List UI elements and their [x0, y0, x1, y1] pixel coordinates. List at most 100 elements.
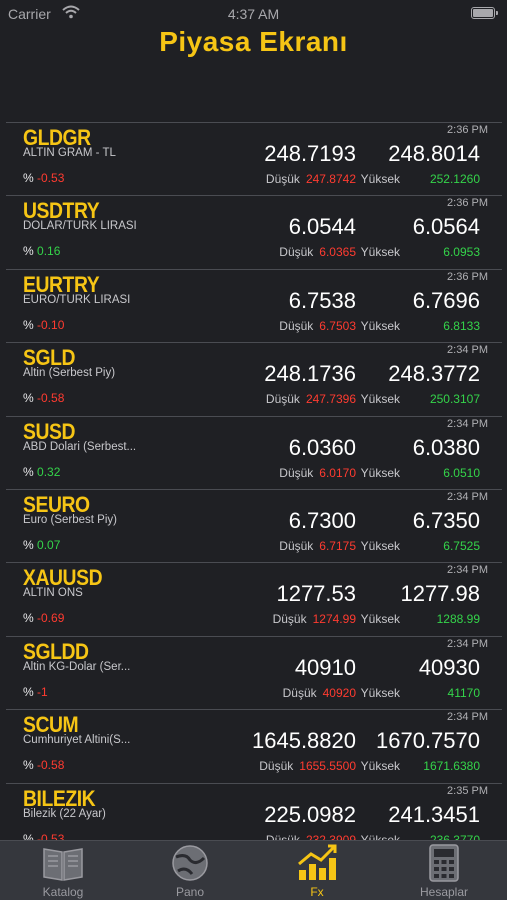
change-percent: % -0.53	[23, 171, 64, 185]
quote-row[interactable]: 2:34 PM SGLD Altin (Serbest Piy)% -0.58 248…	[6, 342, 502, 415]
tab-label: Fx	[310, 885, 324, 899]
tab-pano[interactable]: Pano	[127, 841, 253, 900]
high-label: Yüksek	[360, 685, 400, 700]
ask-price: 40930	[418, 654, 480, 680]
bid-price: 1645.8820	[252, 728, 356, 754]
low-value: 6.7175	[319, 538, 356, 553]
quote-row[interactable]: 2:36 PM USDTRY DOLAR/TURK LIRASI% 0.16 6.05…	[6, 195, 502, 268]
ask-price: 1670.7570	[376, 728, 480, 754]
low-price: Düşük 6.0365	[279, 245, 356, 259]
change-percent: % -1	[23, 685, 48, 699]
low-price: Düşük 6.0170	[279, 466, 356, 480]
update-time: 2:34 PM	[447, 564, 488, 577]
change-percent: % -0.53	[23, 832, 64, 840]
percent-sign: %	[23, 464, 34, 479]
tab-hesaplar[interactable]: Hesaplar	[381, 841, 507, 900]
tab-katalog[interactable]: Katalog	[0, 841, 126, 900]
high-value: 1671.6380	[423, 759, 480, 774]
low-label: Düşük	[265, 392, 300, 407]
high-price: Yüksek 6.8133	[361, 318, 480, 333]
symbol-description: Altin (Serbest Piy)	[23, 367, 116, 380]
change-percent: % -0.58	[23, 391, 64, 405]
high-price: Yüksek 250.3107	[361, 392, 480, 407]
ask-price: 248.3772	[388, 361, 480, 387]
update-time: 2:34 PM	[447, 711, 488, 724]
symbol-description: Euro (Serbest Piy)	[23, 513, 117, 526]
low-value: 6.0170	[319, 465, 356, 480]
ask-price: 6.7696	[412, 287, 480, 313]
low-label: Düşük	[279, 465, 314, 480]
low-value: 6.7503	[319, 318, 356, 333]
symbol-description: ALTIN ONS	[23, 587, 83, 600]
symbol-description: DOLAR/TURK LIRASI	[23, 220, 137, 233]
update-time: 2:34 PM	[447, 344, 488, 357]
low-label: Düşük	[282, 685, 317, 700]
quote-row[interactable]: 2:36 PM EURTRY EURO/TURK LIRASI% -0.10 6.75…	[6, 268, 502, 342]
low-price: Düşük 1274.99	[273, 612, 356, 626]
high-price: Yüksek 6.0510	[361, 465, 480, 480]
quote-row[interactable]: 2:34 PM XAUUSD ALTIN ONS% -0.69 1277.53 1277…	[6, 562, 502, 635]
high-value: 41170	[447, 685, 480, 700]
low-value: 232.3909	[305, 832, 356, 840]
change-value: -0.53	[37, 831, 65, 840]
low-label: Düşük	[265, 832, 300, 840]
change-percent: % 0.32	[23, 465, 60, 479]
update-time: 2:35 PM	[447, 784, 488, 797]
page-title: Piyasa Ekranı	[159, 26, 348, 57]
bid-price: 248.1736	[264, 361, 356, 387]
low-label: Düşük	[265, 172, 300, 186]
update-time: 2:36 PM	[447, 124, 488, 136]
high-label: Yüksek	[360, 612, 400, 627]
ask-price: 248.8014	[388, 141, 480, 166]
quote-row[interactable]: 2:34 PM SEURO Euro (Serbest Piy)% 0.07 6.73…	[6, 488, 502, 562]
tab-fx[interactable]: Fx	[254, 841, 380, 900]
change-percent: % -0.58	[23, 758, 64, 772]
low-value: 247.7396	[305, 392, 356, 407]
quote-row[interactable]: 2:34 PM SCUM Cumhuriyet Altini(S...% -0.58…	[6, 709, 502, 782]
high-value: 6.8133	[443, 318, 480, 333]
globe-icon	[172, 845, 208, 881]
update-time: 2:36 PM	[447, 270, 488, 283]
quote-list[interactable]: 2:36 PM GLDGR ALTIN GRAM - TL% -0.53 248.71…	[6, 122, 502, 840]
quote-row[interactable]: 2:36 PM GLDGR ALTIN GRAM - TL% -0.53 248.71…	[6, 122, 502, 195]
percent-sign: %	[23, 758, 34, 773]
calculator-icon	[429, 844, 459, 882]
change-value: -0.58	[37, 758, 65, 773]
change-value: -1	[37, 684, 48, 699]
quote-row[interactable]: 2:35 PM BILEZIK Bilezik (22 Ayar)% -0.53 22…	[6, 782, 502, 840]
low-price: Düşük 40920	[283, 686, 356, 700]
low-price: Düşük 1655.5500	[259, 759, 356, 773]
quote-row[interactable]: 2:34 PM SUSD ABD Dolari (Serbest...% 0.32 6…	[6, 415, 502, 489]
percent-sign: %	[23, 317, 34, 332]
high-price: Yüksek 6.0953	[361, 245, 480, 259]
low-value: 6.0365	[319, 245, 356, 260]
symbol-description: Cumhuriyet Altini(S...	[23, 734, 131, 747]
change-value: 0.16	[37, 244, 61, 259]
high-value: 6.0510	[443, 465, 480, 480]
percent-sign: %	[23, 611, 34, 626]
change-percent: % 0.16	[23, 244, 60, 258]
low-price: Düşük 247.8742	[266, 172, 356, 186]
symbol-description: Altin KG-Dolar (Ser...	[23, 660, 131, 673]
bid-price: 6.7538	[288, 287, 356, 313]
catalog-icon	[43, 848, 83, 881]
update-time: 2:34 PM	[447, 417, 488, 430]
low-value: 40920	[322, 685, 356, 700]
chart-icon	[298, 844, 337, 880]
quote-row[interactable]: 2:34 PM SGLDD Altin KG-Dolar (Ser...% -1 40…	[6, 635, 502, 709]
high-value: 250.3107	[429, 392, 480, 407]
update-time: 2:34 PM	[447, 637, 488, 650]
high-label: Yüksek	[360, 392, 400, 407]
change-value: -0.53	[37, 171, 65, 185]
low-value: 1655.5500	[299, 759, 356, 774]
change-value: -0.69	[37, 611, 65, 626]
percent-sign: %	[23, 391, 34, 406]
change-percent: % 0.07	[23, 538, 60, 552]
low-label: Düşük	[272, 612, 307, 627]
high-price: Yüksek 252.1260	[361, 172, 480, 186]
high-label: Yüksek	[360, 465, 400, 480]
low-price: Düşük 6.7175	[279, 539, 356, 553]
bid-price: 6.0360	[288, 434, 356, 460]
update-time: 2:36 PM	[447, 197, 488, 210]
tab-bar: Katalog Pano Fx Hesaplar	[0, 840, 507, 900]
